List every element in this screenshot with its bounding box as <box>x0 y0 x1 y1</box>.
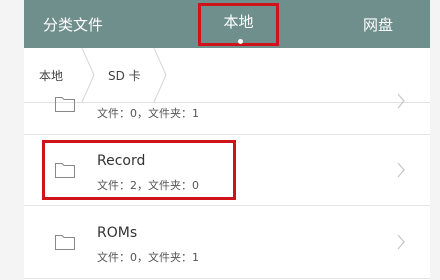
breadcrumb-local-label: 本地 <box>39 68 64 83</box>
breadcrumb: 本地 SD 卡 <box>24 48 430 103</box>
list-item[interactable]: 文件：0，文件夹：1 <box>24 93 430 135</box>
active-tab-indicator <box>238 39 243 44</box>
list-item-meta: 文件：0，文件夹：1 <box>97 107 199 120</box>
file-manager-app: 分类文件 本地 网盘 本地 SD 卡 文件：0，文件夹：1 Record 文件：… <box>24 0 430 280</box>
breadcrumb-local[interactable]: 本地 <box>39 48 63 102</box>
tab-local-label: 本地 <box>223 13 254 31</box>
tab-cloud[interactable]: 网盘 <box>363 0 393 48</box>
tab-categories-label: 分类文件 <box>43 15 104 34</box>
breadcrumb-sd-card-label: SD 卡 <box>108 68 141 83</box>
breadcrumb-separator-icon <box>153 48 167 102</box>
chevron-right-icon <box>397 162 405 178</box>
tab-cloud-label: 网盘 <box>363 15 394 34</box>
tab-categories[interactable]: 分类文件 <box>43 0 103 48</box>
list-item-name: ROMs <box>97 225 138 241</box>
breadcrumb-separator-icon <box>81 48 95 102</box>
chevron-right-icon <box>397 93 405 109</box>
list-item-meta: 文件：0，文件夹：1 <box>97 251 199 264</box>
list-item[interactable]: ROMs 文件：0，文件夹：1 <box>24 206 430 279</box>
tab-local[interactable]: 本地 <box>198 3 279 46</box>
folder-icon <box>55 235 75 250</box>
chevron-right-icon <box>397 234 405 250</box>
top-tab-bar: 分类文件 本地 网盘 <box>24 0 430 48</box>
highlight-box-record <box>42 140 236 200</box>
breadcrumb-sd-card[interactable]: SD 卡 <box>108 48 141 102</box>
folder-icon <box>55 97 75 112</box>
